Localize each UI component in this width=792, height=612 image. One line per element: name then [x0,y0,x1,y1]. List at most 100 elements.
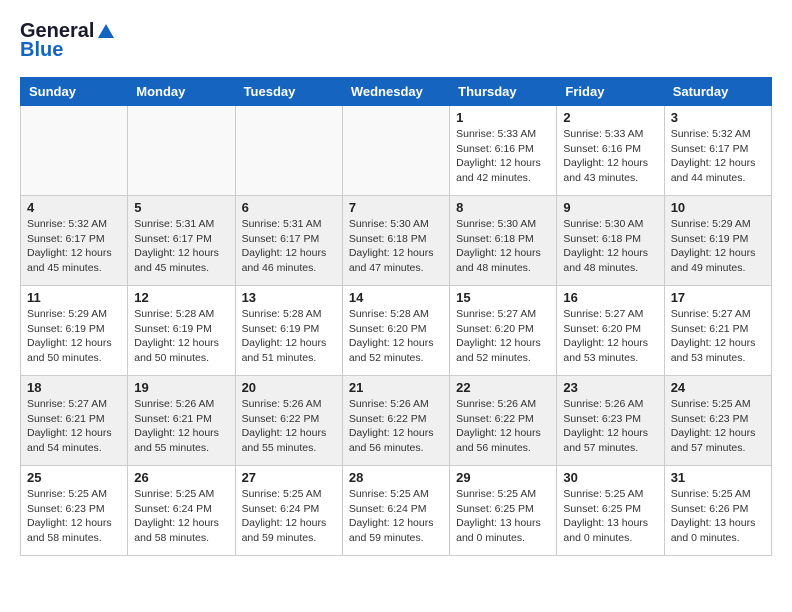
calendar-cell: 4Sunrise: 5:32 AM Sunset: 6:17 PM Daylig… [21,196,128,286]
day-number: 7 [349,200,443,215]
day-number: 9 [563,200,657,215]
day-number: 26 [134,470,228,485]
calendar-cell: 11Sunrise: 5:29 AM Sunset: 6:19 PM Dayli… [21,286,128,376]
day-info: Sunrise: 5:25 AM Sunset: 6:26 PM Dayligh… [671,487,765,546]
page-header: General Blue [20,20,772,62]
day-info: Sunrise: 5:26 AM Sunset: 6:21 PM Dayligh… [134,397,228,456]
day-info: Sunrise: 5:25 AM Sunset: 6:24 PM Dayligh… [134,487,228,546]
calendar-cell: 21Sunrise: 5:26 AM Sunset: 6:22 PM Dayli… [342,376,449,466]
calendar-cell [128,106,235,196]
day-info: Sunrise: 5:25 AM Sunset: 6:24 PM Dayligh… [349,487,443,546]
calendar-cell: 2Sunrise: 5:33 AM Sunset: 6:16 PM Daylig… [557,106,664,196]
day-info: Sunrise: 5:30 AM Sunset: 6:18 PM Dayligh… [563,217,657,276]
day-number: 8 [456,200,550,215]
logo-blue-text: Blue [20,39,63,62]
day-info: Sunrise: 5:30 AM Sunset: 6:18 PM Dayligh… [456,217,550,276]
day-info: Sunrise: 5:28 AM Sunset: 6:19 PM Dayligh… [134,307,228,366]
day-number: 18 [27,380,121,395]
calendar-cell: 19 Sunrise: 5:26 AM Sunset: 6:21 PM Dayli… [128,376,235,466]
calendar-cell: 1 Sunrise: 5:33 AM Sunset: 6:16 PM Daylig… [450,106,557,196]
day-number: 1 [456,110,550,125]
week-row-3: 11Sunrise: 5:29 AM Sunset: 6:19 PM Dayli… [21,286,772,376]
day-info: Sunrise: 5:26 AM Sunset: 6:22 PM Dayligh… [456,397,550,456]
calendar-cell: 23 Sunrise: 5:26 AM Sunset: 6:23 PM Dayli… [557,376,664,466]
logo: General Blue [20,20,116,62]
day-info: Sunrise: 5:29 AM Sunset: 6:19 PM Dayligh… [671,217,765,276]
day-info: Sunrise: 5:32 AM Sunset: 6:17 PM Dayligh… [671,127,765,186]
calendar-header-row: SundayMondayTuesdayWednesdayThursdayFrid… [21,78,772,106]
calendar-cell: 10 Sunrise: 5:29 AM Sunset: 6:19 PM Dayli… [664,196,771,286]
day-number: 23 [563,380,657,395]
day-number: 16 [563,290,657,305]
day-number: 12 [134,290,228,305]
day-number: 17 [671,290,765,305]
day-number: 20 [242,380,336,395]
day-info: Sunrise: 5:26 AM Sunset: 6:22 PM Dayligh… [242,397,336,456]
day-number: 6 [242,200,336,215]
calendar-cell: 31 Sunrise: 5:25 AM Sunset: 6:26 PM Dayli… [664,466,771,556]
day-number: 15 [456,290,550,305]
day-number: 10 [671,200,765,215]
calendar-cell [235,106,342,196]
day-info: Sunrise: 5:25 AM Sunset: 6:25 PM Dayligh… [456,487,550,546]
calendar-cell: 17 Sunrise: 5:27 AM Sunset: 6:21 PM Dayli… [664,286,771,376]
day-number: 25 [27,470,121,485]
col-header-thursday: Thursday [450,78,557,106]
week-row-5: 25Sunrise: 5:25 AM Sunset: 6:23 PM Dayli… [21,466,772,556]
col-header-sunday: Sunday [21,78,128,106]
calendar-cell: 12 Sunrise: 5:28 AM Sunset: 6:19 PM Dayli… [128,286,235,376]
week-row-4: 18 Sunrise: 5:27 AM Sunset: 6:21 PM Dayli… [21,376,772,466]
calendar-cell: 29 Sunrise: 5:25 AM Sunset: 6:25 PM Dayli… [450,466,557,556]
day-number: 19 [134,380,228,395]
day-info: Sunrise: 5:31 AM Sunset: 6:17 PM Dayligh… [134,217,228,276]
calendar-cell [342,106,449,196]
calendar-cell: 9 Sunrise: 5:30 AM Sunset: 6:18 PM Daylig… [557,196,664,286]
col-header-saturday: Saturday [664,78,771,106]
week-row-2: 4Sunrise: 5:32 AM Sunset: 6:17 PM Daylig… [21,196,772,286]
logo-icon [96,22,116,42]
day-number: 5 [134,200,228,215]
calendar-cell: 27Sunrise: 5:25 AM Sunset: 6:24 PM Dayli… [235,466,342,556]
day-info: Sunrise: 5:28 AM Sunset: 6:19 PM Dayligh… [242,307,336,366]
day-number: 27 [242,470,336,485]
day-info: Sunrise: 5:25 AM Sunset: 6:23 PM Dayligh… [671,397,765,456]
day-number: 24 [671,380,765,395]
day-info: Sunrise: 5:30 AM Sunset: 6:18 PM Dayligh… [349,217,443,276]
calendar-cell: 25Sunrise: 5:25 AM Sunset: 6:23 PM Dayli… [21,466,128,556]
calendar-table: SundayMondayTuesdayWednesdayThursdayFrid… [20,77,772,556]
day-number: 14 [349,290,443,305]
calendar-cell: 22 Sunrise: 5:26 AM Sunset: 6:22 PM Dayli… [450,376,557,466]
day-info: Sunrise: 5:31 AM Sunset: 6:17 PM Dayligh… [242,217,336,276]
calendar-cell: 20 Sunrise: 5:26 AM Sunset: 6:22 PM Dayli… [235,376,342,466]
calendar-cell: 14Sunrise: 5:28 AM Sunset: 6:20 PM Dayli… [342,286,449,376]
col-header-monday: Monday [128,78,235,106]
day-number: 30 [563,470,657,485]
calendar-cell: 3 Sunrise: 5:32 AM Sunset: 6:17 PM Daylig… [664,106,771,196]
day-number: 13 [242,290,336,305]
calendar-cell: 5 Sunrise: 5:31 AM Sunset: 6:17 PM Daylig… [128,196,235,286]
day-info: Sunrise: 5:33 AM Sunset: 6:16 PM Dayligh… [563,127,657,186]
day-number: 21 [349,380,443,395]
day-number: 29 [456,470,550,485]
day-number: 3 [671,110,765,125]
day-info: Sunrise: 5:25 AM Sunset: 6:25 PM Dayligh… [563,487,657,546]
day-info: Sunrise: 5:29 AM Sunset: 6:19 PM Dayligh… [27,307,121,366]
calendar-cell: 30 Sunrise: 5:25 AM Sunset: 6:25 PM Dayli… [557,466,664,556]
calendar-cell: 28Sunrise: 5:25 AM Sunset: 6:24 PM Dayli… [342,466,449,556]
day-number: 22 [456,380,550,395]
day-info: Sunrise: 5:27 AM Sunset: 6:21 PM Dayligh… [671,307,765,366]
week-row-1: 1 Sunrise: 5:33 AM Sunset: 6:16 PM Daylig… [21,106,772,196]
calendar-cell: 6 Sunrise: 5:31 AM Sunset: 6:17 PM Daylig… [235,196,342,286]
calendar-cell: 8 Sunrise: 5:30 AM Sunset: 6:18 PM Daylig… [450,196,557,286]
day-info: Sunrise: 5:33 AM Sunset: 6:16 PM Dayligh… [456,127,550,186]
day-number: 31 [671,470,765,485]
calendar-cell: 13 Sunrise: 5:28 AM Sunset: 6:19 PM Dayli… [235,286,342,376]
day-info: Sunrise: 5:26 AM Sunset: 6:23 PM Dayligh… [563,397,657,456]
col-header-friday: Friday [557,78,664,106]
day-info: Sunrise: 5:27 AM Sunset: 6:20 PM Dayligh… [563,307,657,366]
calendar-cell: 24 Sunrise: 5:25 AM Sunset: 6:23 PM Dayli… [664,376,771,466]
calendar-cell: 16 Sunrise: 5:27 AM Sunset: 6:20 PM Dayli… [557,286,664,376]
calendar-cell: 26 Sunrise: 5:25 AM Sunset: 6:24 PM Dayli… [128,466,235,556]
calendar-cell [21,106,128,196]
day-info: Sunrise: 5:27 AM Sunset: 6:21 PM Dayligh… [27,397,121,456]
